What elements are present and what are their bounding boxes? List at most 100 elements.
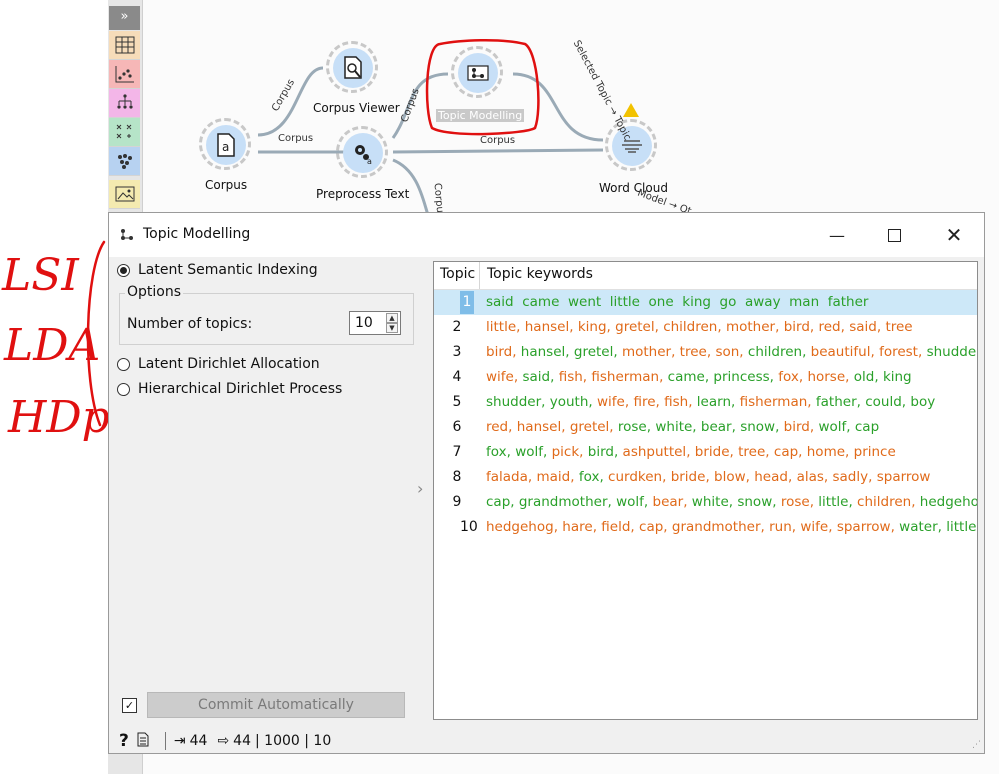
keyword-separator: , [809, 494, 819, 510]
visualize-category-button[interactable] [109, 60, 140, 89]
keyword-separator: , [599, 469, 609, 485]
link-preprocess-wordcloud [392, 148, 604, 154]
link-preprocess-topic [391, 72, 449, 139]
topics-table[interactable]: Topic Topic keywords 1 said came went lit… [433, 261, 978, 720]
keyword: little [946, 519, 977, 535]
column-header-topic[interactable]: Topic [440, 266, 475, 282]
keyword: away [744, 294, 781, 310]
keyword: man [789, 294, 820, 310]
keyword: prince [853, 444, 896, 460]
radio-selected-icon [117, 263, 130, 277]
report-icon[interactable] [137, 732, 149, 751]
node-label-corpus: Corpus [205, 178, 248, 192]
topic-keywords: wife, said, fish, fisherman, came, princ… [486, 369, 912, 385]
preprocess-text-node[interactable]: a [333, 123, 393, 183]
keyword: blow [714, 469, 746, 485]
corpus-node[interactable]: a [196, 115, 256, 175]
table-row[interactable]: 8 falada, maid, fox, curdken, bride, blow… [434, 465, 977, 490]
unsupervised-category-button[interactable] [109, 147, 140, 176]
keyword: wolf [616, 494, 644, 510]
keyword-separator: , [802, 344, 811, 360]
topic-keywords: said came went little one king go away m… [486, 294, 868, 310]
topic-modelling-dialog: Topic Modelling — ✕ Latent Semantic Inde… [108, 212, 985, 754]
word-cloud-node[interactable] [602, 116, 662, 176]
keyword: learn [696, 394, 731, 410]
method-hdp-radio[interactable]: Hierarchical Dirichlet Process [117, 381, 342, 397]
keyword-separator: , [510, 494, 519, 510]
keyword-separator: , [609, 419, 618, 435]
help-icon[interactable]: ? [119, 731, 129, 751]
keyword-separator: , [775, 419, 784, 435]
keyword-separator: , [607, 494, 617, 510]
topic-number: 2 [452, 319, 462, 335]
keyword-separator [711, 294, 720, 310]
method-lda-radio[interactable]: Latent Dirichlet Allocation [117, 356, 320, 372]
resize-grip-icon[interactable]: ⋰ [972, 740, 981, 750]
keyword: rose [780, 494, 810, 510]
topic-number: 7 [452, 444, 462, 460]
evaluate-category-button[interactable] [109, 118, 140, 147]
num-topics-spinbox[interactable]: 10 ▲ ▼ [349, 311, 401, 335]
data-category-button[interactable] [109, 31, 140, 60]
commit-auto-checkbox[interactable]: ✓ [122, 698, 137, 713]
keyword: old [853, 369, 875, 385]
table-row[interactable]: 6 red, hansel, gretel, rose, white, bear,… [434, 415, 977, 440]
table-row[interactable]: 3 bird, hansel, gretel, mother, tree, son… [434, 340, 977, 365]
svg-text:a: a [222, 140, 229, 154]
keyword: fox [778, 369, 799, 385]
dialog-titlebar[interactable]: Topic Modelling — ✕ [109, 213, 984, 257]
keyword-separator: , [692, 419, 701, 435]
image-icon [115, 186, 134, 202]
node-label-topic-modelling: Topic Modelling [436, 109, 525, 122]
keyword: little [486, 319, 517, 335]
preprocess-text-icon: a [343, 133, 383, 173]
method-lsi-radio[interactable]: Latent Semantic Indexing [117, 262, 318, 278]
close-button[interactable]: ✕ [931, 221, 977, 249]
image-category-button[interactable] [109, 180, 140, 209]
radio-unselected-icon [117, 357, 130, 371]
topic-modelling-node[interactable] [448, 43, 508, 103]
keyword: ashputtel [622, 444, 687, 460]
table-row[interactable]: 2 little, hansel, king, gretel, children,… [434, 315, 977, 340]
keyword-separator: , [769, 369, 779, 385]
keyword: field [601, 519, 631, 535]
keyword-separator: , [508, 419, 517, 435]
node-label-preprocess-text: Preprocess Text [316, 187, 410, 201]
commit-button[interactable]: Commit Automatically [147, 692, 405, 718]
collapse-toolbox-button[interactable]: » [109, 6, 140, 30]
keyword-separator: , [868, 469, 877, 485]
keyword-separator: , [729, 444, 739, 460]
annotation-label-hdp: HDp [8, 392, 110, 443]
column-header-keywords[interactable]: Topic keywords [487, 266, 593, 282]
keyword-separator: , [663, 519, 672, 535]
keyword-separator: , [731, 394, 740, 410]
keyword: maid [536, 469, 571, 485]
scatter-icon [115, 66, 134, 83]
keyword: hansel [524, 319, 570, 335]
keyword: wife [486, 369, 514, 385]
keyword-separator: , [561, 419, 570, 435]
keyword: bear [700, 419, 732, 435]
keyword: boy [910, 394, 936, 410]
annotation-label-lsi: LSI [2, 250, 79, 301]
keyword: one [648, 294, 674, 310]
keyword-separator [559, 294, 568, 310]
table-row[interactable]: 1 said came went little one king go away … [434, 290, 977, 315]
model-category-button[interactable] [109, 89, 140, 118]
keyword: fish [664, 394, 689, 410]
keyword-separator: , [659, 369, 668, 385]
spin-down-button[interactable]: ▼ [386, 323, 398, 333]
collapse-panel-chevron-icon[interactable]: › [417, 479, 423, 498]
maximize-button[interactable] [871, 221, 917, 249]
topic-number: 8 [452, 469, 462, 485]
minimize-button[interactable]: — [814, 221, 860, 249]
topic-number: 5 [452, 394, 462, 410]
table-row[interactable]: 7 fox, wolf, pick, bird, ashputtel, bride… [434, 440, 977, 465]
spin-up-button[interactable]: ▲ [386, 313, 398, 323]
table-row[interactable]: 10 hedgehog, hare, field, cap, grandmothe… [434, 515, 977, 540]
table-row[interactable]: 4 wife, said, fish, fisherman, came, prin… [434, 365, 977, 390]
keyword-separator: , [671, 344, 680, 360]
corpus-viewer-node[interactable] [323, 38, 383, 98]
table-row[interactable]: 5 shudder, youth, wife, fire, fish, learn… [434, 390, 977, 415]
table-row[interactable]: 9 cap, grandmother, wolf, bear, white, sn… [434, 490, 977, 515]
